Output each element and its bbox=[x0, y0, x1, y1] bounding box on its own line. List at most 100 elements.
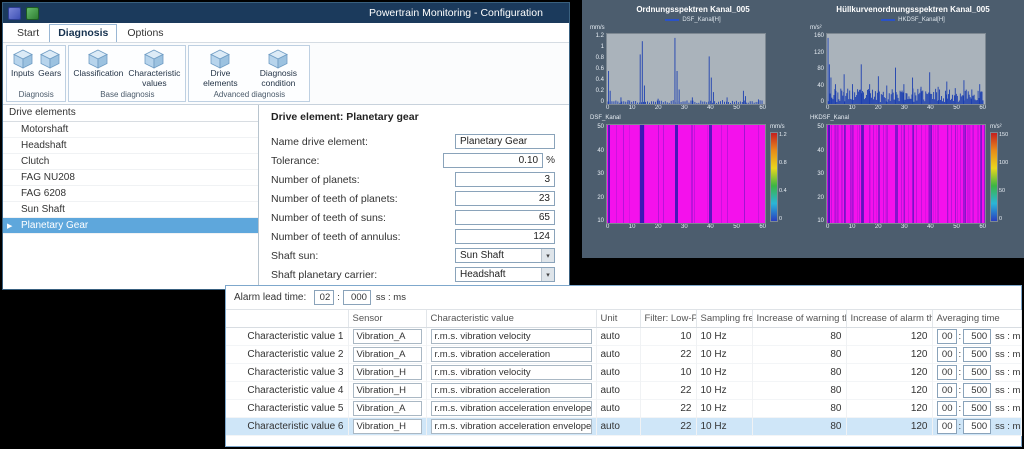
sensor-cell[interactable]: Vibration_H bbox=[353, 365, 422, 380]
characteristic-cell[interactable]: r.m.s. vibration acceleration envelope bbox=[431, 401, 592, 416]
avg-seconds-input[interactable]: 00 bbox=[937, 419, 957, 434]
unit-cell[interactable]: auto bbox=[596, 381, 640, 399]
field-shaft-planetary-carrier-select[interactable]: Headshaft▾ bbox=[455, 267, 555, 282]
list-item-motorshaft[interactable]: Motorshaft bbox=[3, 122, 258, 138]
sensor-cell[interactable]: Vibration_A bbox=[353, 329, 422, 344]
filter-cell[interactable]: 10 bbox=[640, 327, 696, 345]
spectrogram-streak bbox=[925, 125, 926, 223]
list-item-sun-shaft[interactable]: Sun Shaft bbox=[3, 202, 258, 218]
tab-diagnosis[interactable]: Diagnosis bbox=[49, 24, 117, 42]
alarm-millis-input[interactable]: 000 bbox=[343, 290, 371, 305]
ribbon-button-classification[interactable]: Classification bbox=[71, 48, 125, 80]
column-header-increase-of-alarm-thresh[interactable]: Increase of alarm thresh... bbox=[846, 310, 932, 327]
avg-seconds-input[interactable]: 00 bbox=[937, 383, 957, 398]
warning-increase-cell[interactable]: 80 bbox=[752, 381, 846, 399]
list-item-headshaft[interactable]: Headshaft bbox=[3, 138, 258, 154]
sensor-cell[interactable]: Vibration_H bbox=[353, 383, 422, 398]
avg-seconds-input[interactable]: 00 bbox=[937, 401, 957, 416]
characteristic-cell[interactable]: r.m.s. vibration acceleration bbox=[431, 347, 592, 362]
sampling-cell[interactable]: 10 Hz bbox=[696, 399, 752, 417]
field-shaft-sun-select[interactable]: Sun Shaft▾ bbox=[455, 248, 555, 263]
avg-millis-input[interactable]: 500 bbox=[963, 365, 991, 380]
spectrum-plot[interactable] bbox=[826, 33, 986, 105]
warning-increase-cell[interactable]: 80 bbox=[752, 399, 846, 417]
characteristic-cell[interactable]: r.m.s. vibration velocity bbox=[431, 365, 592, 380]
list-item-clutch[interactable]: Clutch bbox=[3, 154, 258, 170]
tab-start[interactable]: Start bbox=[9, 25, 47, 42]
filter-cell[interactable]: 22 bbox=[640, 345, 696, 363]
list-item-fag-6208[interactable]: FAG 6208 bbox=[3, 186, 258, 202]
column-header-characteristic-value[interactable]: Characteristic value bbox=[426, 310, 596, 327]
unit-cell[interactable]: auto bbox=[596, 399, 640, 417]
list-item-planetary-gear[interactable]: ▶Planetary Gear bbox=[3, 218, 258, 234]
field-number-of-teeth-of-annulus-input[interactable]: 124 bbox=[455, 229, 555, 244]
avg-millis-input[interactable]: 500 bbox=[963, 329, 991, 344]
alarm-increase-cell[interactable]: 120 bbox=[846, 345, 932, 363]
filter-cell[interactable]: 22 bbox=[640, 381, 696, 399]
sensor-cell[interactable]: Vibration_A bbox=[353, 347, 422, 362]
column-header-blank[interactable] bbox=[226, 310, 348, 327]
spectrogram-plot[interactable] bbox=[606, 124, 766, 224]
column-header-filter-low-pa[interactable]: Filter: Low-Pa... bbox=[640, 310, 696, 327]
warning-increase-cell[interactable]: 80 bbox=[752, 327, 846, 345]
ribbon-button-gears[interactable]: Gears bbox=[36, 48, 63, 80]
colorbar-tick-label: 150 bbox=[999, 132, 1008, 138]
field-name-drive-element-input[interactable]: Planetary Gear bbox=[455, 134, 555, 149]
field-tolerance-input[interactable]: 0.10 bbox=[443, 153, 543, 168]
spectrogram-streak bbox=[831, 125, 832, 223]
warning-increase-cell[interactable]: 80 bbox=[752, 417, 846, 435]
alarm-increase-cell[interactable]: 120 bbox=[846, 417, 932, 435]
alarm-increase-cell[interactable]: 120 bbox=[846, 381, 932, 399]
sampling-cell[interactable]: 10 Hz bbox=[696, 327, 752, 345]
characteristic-cell[interactable]: r.m.s. vibration acceleration envelope bbox=[431, 419, 592, 434]
titlebar[interactable]: Powertrain Monitoring - Configuration bbox=[3, 3, 569, 23]
filter-cell[interactable]: 22 bbox=[640, 399, 696, 417]
unit-cell[interactable]: auto bbox=[596, 327, 640, 345]
spectrogram-plot[interactable] bbox=[826, 124, 986, 224]
ribbon-button-drive-elements[interactable]: Drive elements bbox=[191, 48, 249, 89]
filter-cell[interactable]: 22 bbox=[640, 417, 696, 435]
column-header-sensor[interactable]: Sensor bbox=[348, 310, 426, 327]
field-number-of-teeth-of-planets-input[interactable]: 23 bbox=[455, 191, 555, 206]
sampling-cell[interactable]: 10 Hz bbox=[696, 381, 752, 399]
list-item-fag-nu208[interactable]: FAG NU208 bbox=[3, 170, 258, 186]
tab-options[interactable]: Options bbox=[119, 25, 171, 42]
avg-seconds-input[interactable]: 00 bbox=[937, 365, 957, 380]
alarm-increase-cell[interactable]: 120 bbox=[846, 327, 932, 345]
x-tick-label: 10 bbox=[629, 105, 636, 113]
column-header-averaging-time[interactable]: Averaging time bbox=[932, 310, 1021, 327]
sensor-cell[interactable]: Vibration_A bbox=[353, 401, 422, 416]
unit-cell[interactable]: auto bbox=[596, 345, 640, 363]
filter-cell[interactable]: 10 bbox=[640, 363, 696, 381]
alarm-increase-cell[interactable]: 120 bbox=[846, 399, 932, 417]
column-header-unit[interactable]: Unit bbox=[596, 310, 640, 327]
unit-cell[interactable]: auto bbox=[596, 417, 640, 435]
column-header-sampling-fre[interactable]: Sampling fre... bbox=[696, 310, 752, 327]
spectrogram-streak bbox=[639, 125, 640, 223]
avg-seconds-input[interactable]: 00 bbox=[937, 329, 957, 344]
alarm-seconds-input[interactable]: 02 bbox=[314, 290, 334, 305]
warning-increase-cell[interactable]: 80 bbox=[752, 363, 846, 381]
sampling-cell[interactable]: 10 Hz bbox=[696, 417, 752, 435]
avg-millis-input[interactable]: 500 bbox=[963, 383, 991, 398]
ribbon-button-inputs[interactable]: Inputs bbox=[9, 48, 36, 80]
spectrum-plot[interactable] bbox=[606, 33, 766, 105]
ribbon-button-diagnosis-condition[interactable]: Diagnosis condition bbox=[249, 48, 307, 89]
warning-increase-cell[interactable]: 80 bbox=[752, 345, 846, 363]
sampling-cell[interactable]: 10 Hz bbox=[696, 363, 752, 381]
chart-title: Hüllkurvenordnungsspektren Kanal_005 bbox=[808, 5, 1018, 14]
avg-millis-input[interactable]: 500 bbox=[963, 401, 991, 416]
characteristic-cell[interactable]: r.m.s. vibration velocity bbox=[431, 329, 592, 344]
sampling-cell[interactable]: 10 Hz bbox=[696, 345, 752, 363]
avg-seconds-input[interactable]: 00 bbox=[937, 347, 957, 362]
ribbon-button-characteristic-values[interactable]: Characteristic values bbox=[125, 48, 183, 89]
unit-cell[interactable]: auto bbox=[596, 363, 640, 381]
characteristic-cell[interactable]: r.m.s. vibration acceleration bbox=[431, 383, 592, 398]
avg-millis-input[interactable]: 500 bbox=[963, 419, 991, 434]
alarm-increase-cell[interactable]: 120 bbox=[846, 363, 932, 381]
column-header-increase-of-warning-thre[interactable]: Increase of warning thre... bbox=[752, 310, 846, 327]
sensor-cell[interactable]: Vibration_H bbox=[353, 419, 422, 434]
field-number-of-teeth-of-suns-input[interactable]: 65 bbox=[455, 210, 555, 225]
field-number-of-planets-input[interactable]: 3 bbox=[455, 172, 555, 187]
avg-millis-input[interactable]: 500 bbox=[963, 347, 991, 362]
